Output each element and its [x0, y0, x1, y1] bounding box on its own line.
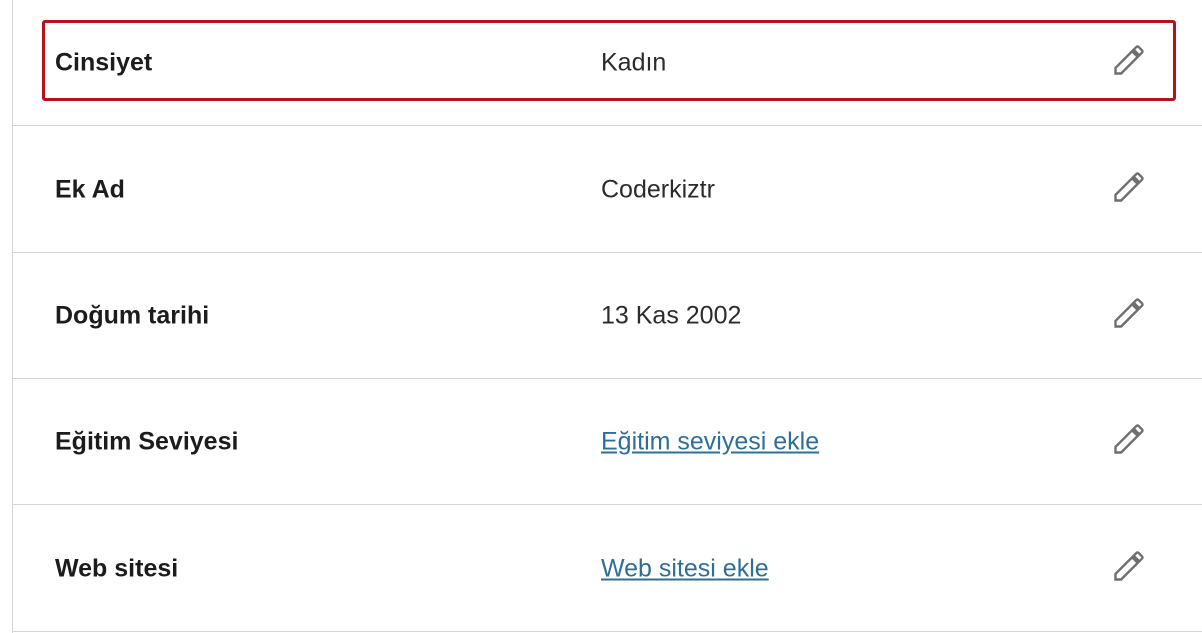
field-row-birthdate: Doğum tarihi 13 Kas 2002: [13, 253, 1202, 379]
field-label: Ek Ad: [55, 175, 125, 203]
pencil-icon[interactable]: [1111, 42, 1147, 78]
field-row-website: Web sitesi Web sitesi ekle: [13, 506, 1202, 632]
pencil-icon[interactable]: [1111, 421, 1147, 457]
field-value: Kadın: [601, 48, 667, 76]
add-education-link[interactable]: Eğitim seviyesi ekle: [601, 427, 819, 456]
field-value: Coderkiztr: [601, 175, 715, 203]
field-label: Eğitim Seviyesi: [55, 427, 239, 455]
field-row-nickname: Ek Ad Coderkiztr: [13, 127, 1202, 253]
add-website-link[interactable]: Web sitesi ekle: [601, 554, 769, 583]
field-row-education: Eğitim Seviyesi Eğitim seviyesi ekle: [13, 379, 1202, 505]
pencil-icon[interactable]: [1111, 295, 1147, 331]
pencil-icon[interactable]: [1111, 548, 1147, 584]
field-label: Doğum tarihi: [55, 301, 210, 329]
profile-details-panel: Cinsiyet Kadın Ek Ad Coderkiztr Doğum ta…: [12, 0, 1202, 633]
field-label: Cinsiyet: [55, 48, 153, 76]
field-row-gender: Cinsiyet Kadın: [13, 0, 1202, 126]
field-value: 13 Kas 2002: [601, 301, 742, 329]
field-label: Web sitesi: [55, 554, 179, 582]
pencil-icon[interactable]: [1111, 169, 1147, 205]
